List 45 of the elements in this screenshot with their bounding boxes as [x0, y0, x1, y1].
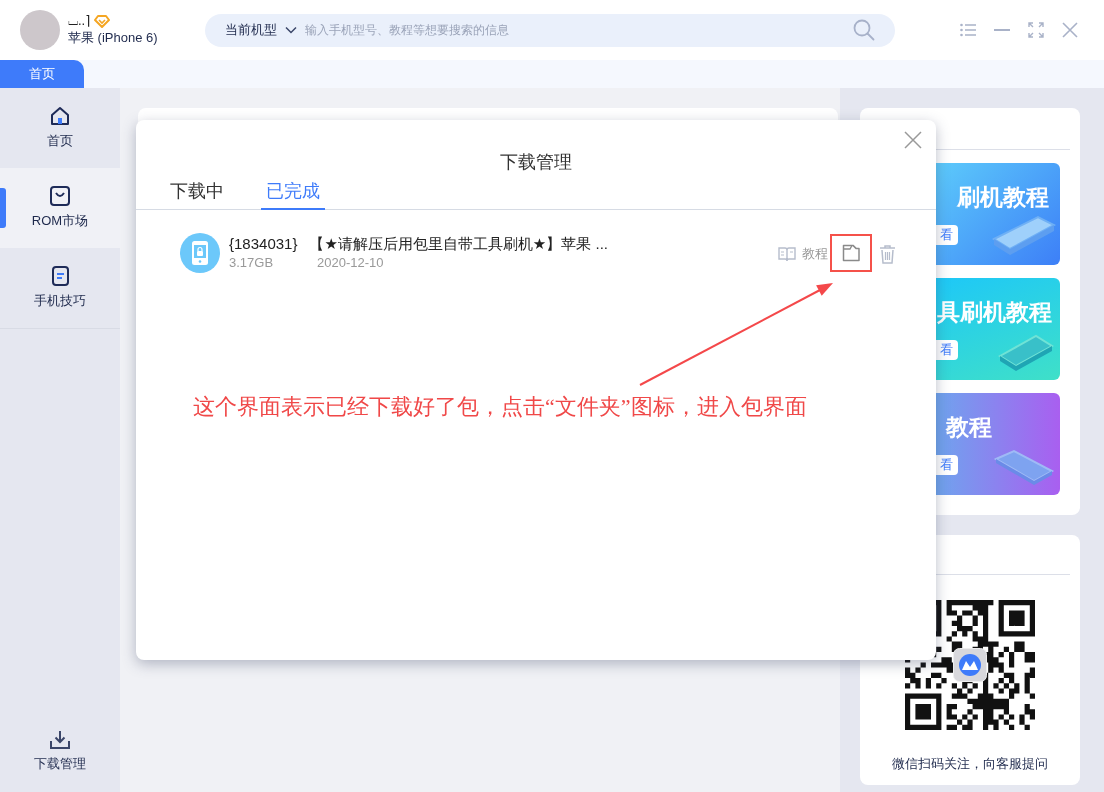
- banner-title: 具刷机教程: [936, 298, 1053, 326]
- phone-lock-icon: [180, 233, 220, 273]
- app-logo-icon: [953, 648, 987, 682]
- chevron-down-icon: [285, 26, 297, 34]
- search-bar[interactable]: 当前机型 输入手机型号、教程等想要搜索的信息: [205, 13, 895, 47]
- tab[interactable]: 下载中: [165, 174, 229, 210]
- smile-square-icon: [49, 185, 71, 208]
- file-size: 3.17GB: [229, 254, 275, 272]
- sidebar-item[interactable]: 首页: [0, 88, 120, 168]
- note-icon: [49, 265, 71, 288]
- view-button[interactable]: 看: [936, 225, 958, 245]
- search-icon[interactable]: [853, 19, 875, 41]
- tab[interactable]: 首页: [0, 60, 84, 88]
- banner-title: 刷机教程: [955, 183, 1050, 211]
- avatar: [20, 10, 60, 50]
- folder-icon[interactable]: [841, 244, 861, 262]
- tab[interactable]: 已完成: [261, 174, 325, 210]
- view-button[interactable]: 看: [936, 455, 958, 475]
- sidebar-item[interactable]: 手机技巧: [0, 248, 120, 328]
- device-name: 苹果 (iPhone 6): [68, 30, 159, 47]
- download-date: 2020-12-10: [317, 255, 384, 271]
- annotation-text: 这个界面表示已经下载好了包，点击“文件夹”图标，进入包界面: [193, 393, 807, 421]
- search-field[interactable]: 输入手机型号、教程等想要搜索的信息: [305, 20, 853, 40]
- sidebar-item[interactable]: ROM市场: [0, 168, 120, 248]
- menu-icon[interactable]: [960, 23, 976, 37]
- maximize-icon[interactable]: [1028, 22, 1044, 38]
- banner[interactable]: 刷机教程 看: [936, 163, 1060, 265]
- close-icon[interactable]: [1062, 22, 1078, 38]
- banner[interactable]: 具刷机教程 看: [936, 278, 1060, 380]
- download-icon: [49, 730, 71, 751]
- package-name: 【★请解压后用包里自带工具刷机★】苹果 ...: [309, 234, 608, 255]
- download-manager-button[interactable]: 下载管理: [0, 720, 120, 792]
- view-button[interactable]: 看: [936, 340, 958, 360]
- banner[interactable]: 教程 看: [936, 393, 1060, 495]
- qr-caption: 微信扫码关注，向客服提问: [891, 755, 1049, 773]
- user-name: ⌴..⌉: [68, 13, 91, 30]
- home-icon: [49, 105, 71, 128]
- close-icon[interactable]: [904, 131, 922, 149]
- model-dropdown[interactable]: 当前机型: [225, 20, 297, 40]
- trash-icon[interactable]: [879, 244, 896, 264]
- banner-title: 教程: [944, 413, 993, 441]
- package-id: {1834031}: [229, 234, 298, 255]
- book-icon: [778, 246, 796, 262]
- tutorial-link[interactable]: 教程: [778, 244, 828, 264]
- dialog-title: 下载管理: [500, 151, 572, 174]
